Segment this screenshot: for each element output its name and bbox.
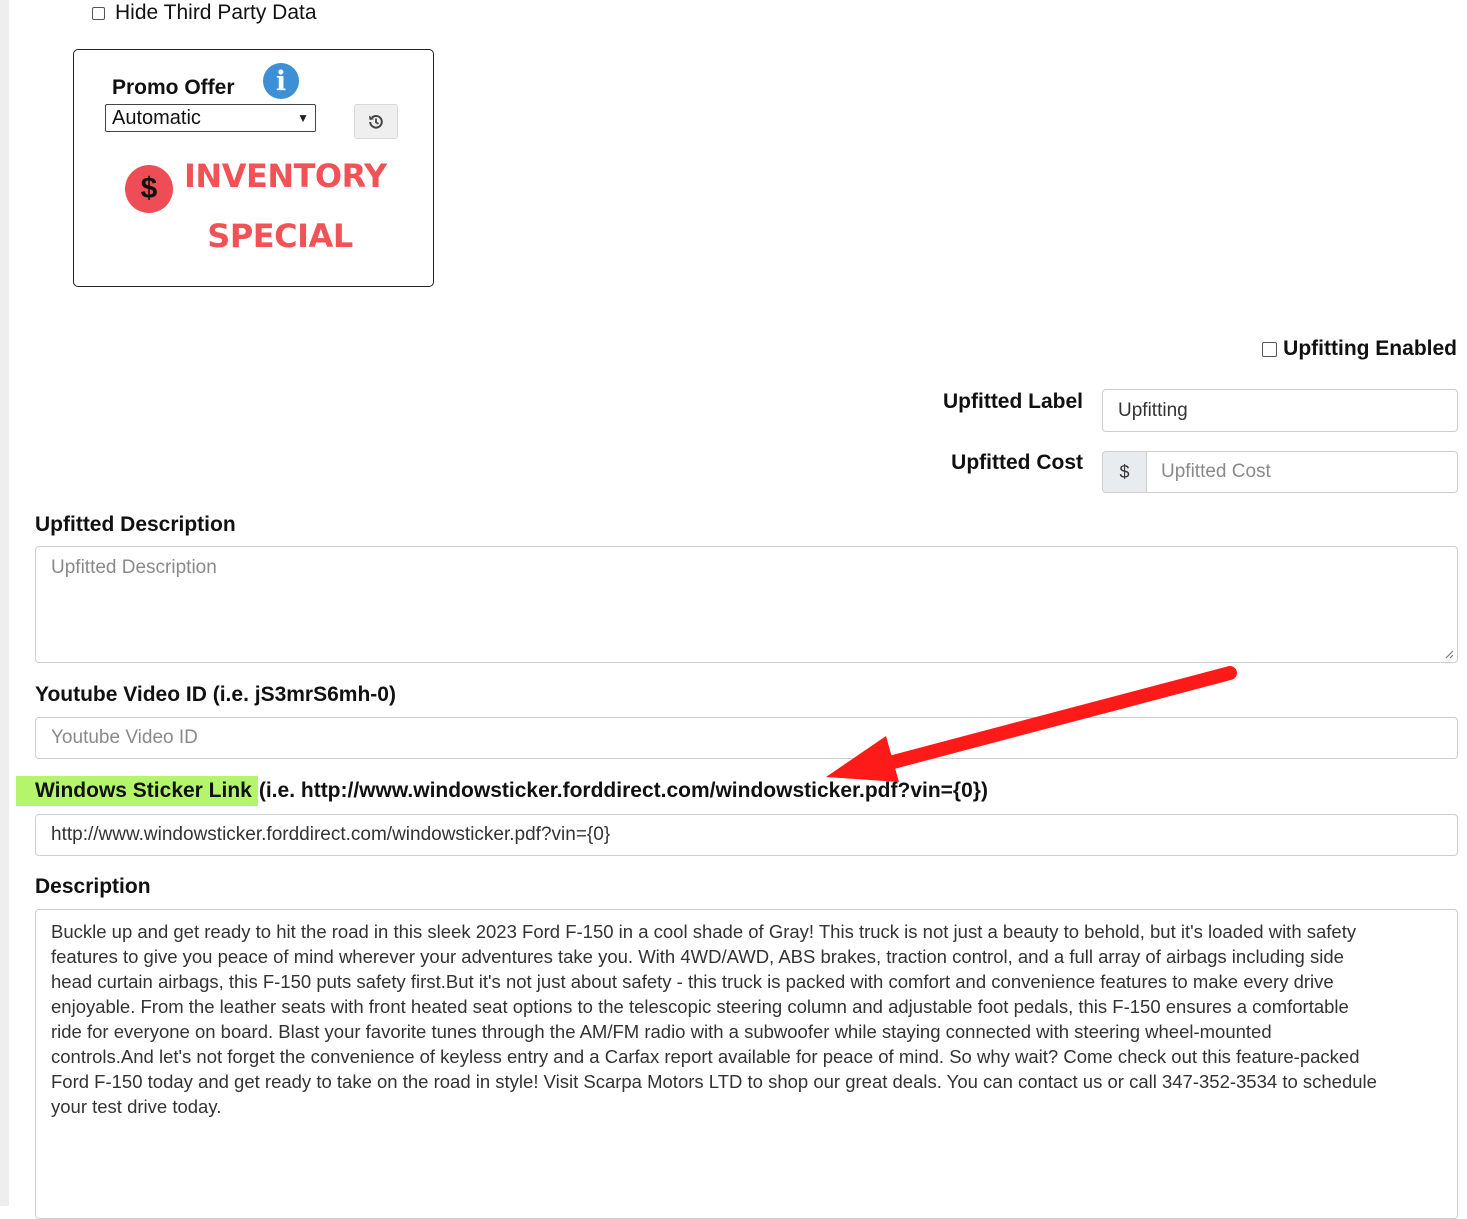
badge-line-1: INVENTORY: [184, 157, 387, 195]
upfitted-cost-input[interactable]: Upfitted Cost: [1146, 451, 1458, 493]
dollar-icon: $: [125, 165, 173, 213]
upfitted-cost-placeholder: Upfitted Cost: [1161, 461, 1271, 482]
upfitted-description-label: Upfitted Description: [35, 513, 236, 536]
description-label: Description: [35, 875, 151, 898]
description-line: features to give you peace of mind where…: [51, 946, 1344, 967]
upfitted-description-textarea[interactable]: Upfitted Description: [35, 546, 1458, 663]
hide-third-party-option[interactable]: Hide Third Party Data: [92, 0, 317, 26]
window-sticker-label: Windows Sticker Link: [16, 776, 258, 806]
upfitted-cost-group: $ Upfitted Cost: [1102, 451, 1458, 493]
upfitted-description-placeholder: Upfitted Description: [51, 557, 217, 578]
description-line: Buckle up and get ready to hit the road …: [51, 921, 1357, 942]
reset-promo-button[interactable]: [354, 104, 398, 139]
window-sticker-link-value: http://www.windowsticker.forddirect.com/…: [51, 824, 611, 845]
upfitted-label-input[interactable]: Upfitting: [1102, 389, 1458, 432]
window-sticker-hint: (i.e. http://www.windowsticker.forddirec…: [258, 779, 988, 802]
upfitted-label-value: Upfitting: [1118, 399, 1188, 421]
promo-offer-label: Promo Offer: [112, 76, 235, 99]
chevron-down-icon: ▼: [297, 111, 309, 125]
badge-line-2: SPECIAL: [207, 217, 353, 255]
youtube-video-id-placeholder: Youtube Video ID: [51, 727, 198, 748]
hide-third-party-label: Hide Third Party Data: [115, 1, 317, 24]
hide-third-party-checkbox[interactable]: [92, 6, 105, 20]
currency-prefix: $: [1102, 451, 1146, 493]
description-text: Buckle up and get ready to hit the road …: [51, 919, 1442, 1119]
history-reset-icon: [369, 114, 383, 129]
youtube-video-id-label: Youtube Video ID (i.e. jS3mrS6mh-0): [35, 683, 396, 706]
window-sticker-link-input[interactable]: http://www.windowsticker.forddirect.com/…: [35, 814, 1458, 856]
description-line: ride for everyone on board. Blast your f…: [51, 1021, 1272, 1042]
description-line: controls.And let's not forget the conven…: [51, 1046, 1360, 1067]
info-icon[interactable]: i: [263, 63, 299, 99]
description-line: head curtain airbags, this F-150 puts sa…: [51, 971, 1334, 992]
description-line: Ford F-150 today and get ready to take o…: [51, 1071, 1377, 1092]
upfitting-enabled-option[interactable]: Upfitting Enabled: [1262, 337, 1457, 361]
youtube-video-id-input[interactable]: Youtube Video ID: [35, 717, 1458, 759]
promo-offer-selected-value: Automatic: [112, 106, 201, 129]
left-rail: [0, 0, 9, 1206]
promo-offer-select[interactable]: Automatic ▼: [105, 104, 316, 132]
resize-grip-icon[interactable]: [1445, 650, 1454, 659]
description-textarea[interactable]: Buckle up and get ready to hit the road …: [35, 909, 1458, 1219]
upfitted-cost-label: Upfitted Cost: [951, 451, 1083, 474]
upfitting-enabled-checkbox[interactable]: [1262, 341, 1278, 357]
description-line: enjoyable. From the leather seats with f…: [51, 996, 1349, 1017]
inventory-special-badge: INVENTORY SPECIAL: [184, 146, 387, 266]
upfitted-label-label: Upfitted Label: [943, 390, 1083, 413]
upfitting-enabled-label: Upfitting Enabled: [1283, 337, 1457, 360]
window-sticker-label-row: Windows Sticker Link (i.e. http://www.wi…: [16, 776, 988, 806]
promo-offer-card: Promo Offer i Automatic ▼ $ INVENTORY SP…: [73, 49, 434, 287]
description-line: your test drive today.: [51, 1096, 222, 1117]
